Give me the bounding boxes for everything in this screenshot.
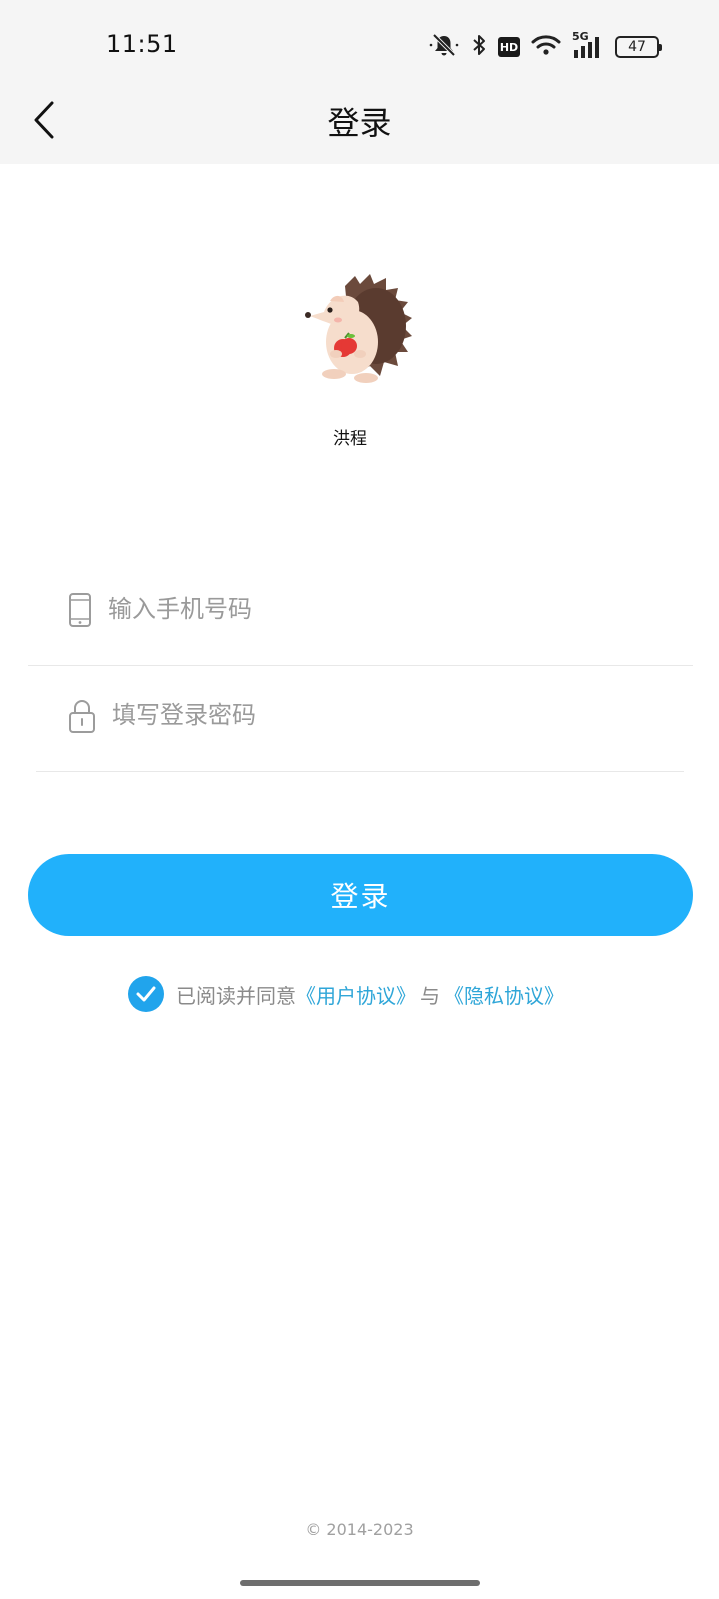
- home-indicator[interactable]: [240, 1580, 480, 1586]
- hd-icon: HD: [498, 37, 520, 57]
- top-bar: 11:51 HD 5G 47 登录: [0, 0, 719, 164]
- privacy-policy-link[interactable]: 《隐私协议》: [444, 980, 564, 1009]
- signal-icon: 5G: [572, 30, 604, 60]
- agreement-checkbox[interactable]: [128, 976, 164, 1012]
- agreement-row: 已阅读并同意 《用户协议》 与 《隐私协议》: [128, 974, 564, 1014]
- bluetooth-icon: [471, 33, 487, 61]
- battery-icon: 47: [615, 36, 662, 58]
- password-field: [36, 672, 684, 772]
- wifi-icon: [531, 33, 561, 61]
- phone-icon: [68, 592, 96, 628]
- status-time: 11:51: [106, 30, 178, 58]
- status-icons: HD 5G 47: [428, 30, 662, 62]
- check-icon: [136, 986, 156, 1002]
- agreement-conjunction: 与: [420, 983, 440, 1008]
- login-screen: 11:51 HD 5G 47 登录 洪程 输入手机号码 登录 已阅读并同意 《用…: [0, 0, 719, 1599]
- agreement-prefix: 已阅读并同意: [176, 983, 296, 1008]
- lock-icon: [68, 698, 96, 734]
- hedgehog-mascot: [300, 268, 424, 392]
- mute-bell-icon: [428, 33, 460, 61]
- brand-name: 洪程: [333, 429, 367, 449]
- phone-input[interactable]: [108, 584, 628, 634]
- phone-field: [28, 566, 693, 666]
- page-title: 登录: [327, 104, 392, 142]
- user-agreement-link[interactable]: 《用户协议》: [296, 980, 416, 1009]
- login-button[interactable]: 登录: [28, 854, 693, 936]
- copyright: © 2014-2023: [305, 1520, 414, 1539]
- password-input[interactable]: [112, 690, 632, 740]
